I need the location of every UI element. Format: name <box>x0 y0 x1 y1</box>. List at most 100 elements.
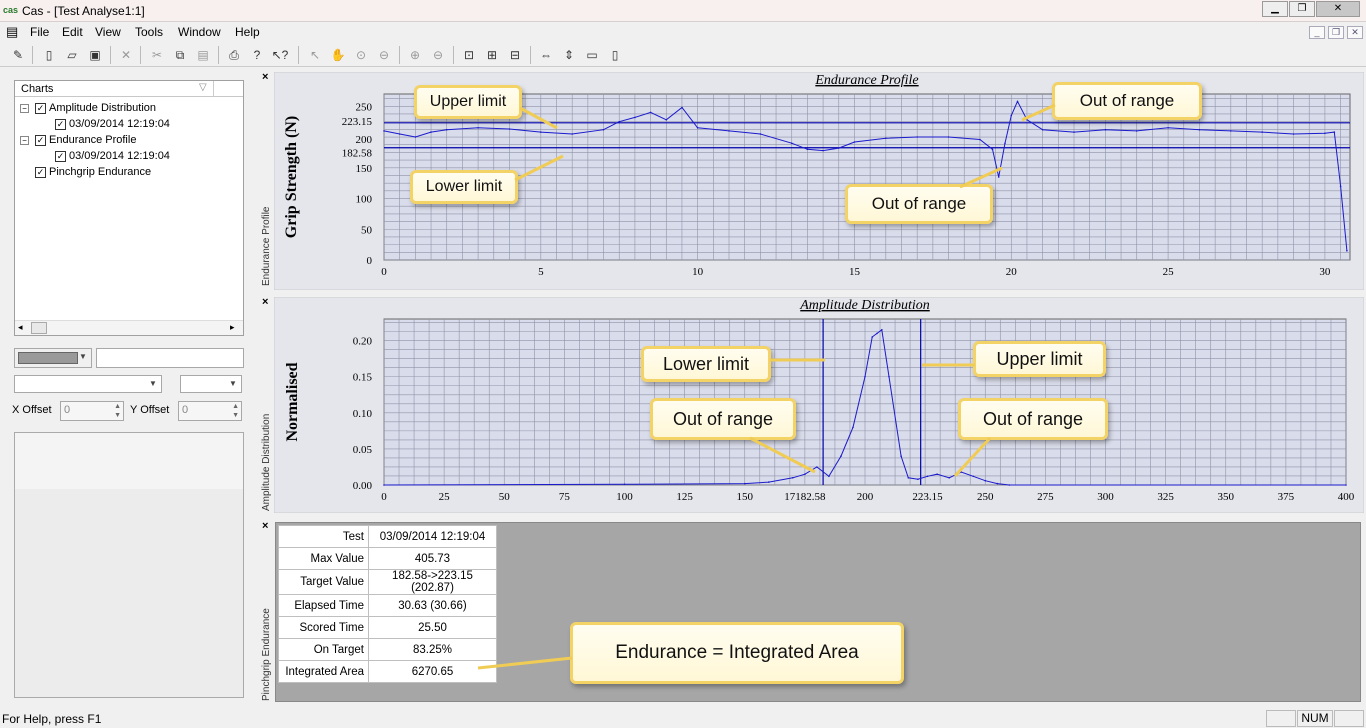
save-icon[interactable]: ▣ <box>86 46 104 64</box>
checkbox-icon[interactable]: ✓ <box>35 166 46 178</box>
y-axis-label: Normalised <box>284 362 301 441</box>
mdi-close-button[interactable]: ✕ <box>1347 26 1363 39</box>
checkbox-icon[interactable]: ✓ <box>35 102 46 114</box>
zoom-minus-icon[interactable]: ⊖ <box>429 46 447 64</box>
data-point <box>1261 131 1263 133</box>
y-tick-label: 223.15 <box>342 116 373 128</box>
data-point <box>806 148 809 151</box>
axis-select[interactable]: ▼ <box>180 375 242 393</box>
chevron-down-icon[interactable]: ▼ <box>146 377 160 391</box>
scroll-thumb[interactable] <box>31 322 47 334</box>
charts-tree[interactable]: Charts ▽ − ✓ Amplitude Distribution ✓ 03/0… <box>14 80 244 336</box>
chevron-down-icon[interactable]: ▼ <box>226 377 240 391</box>
pan-icon[interactable]: ✋ <box>329 46 347 64</box>
new-icon[interactable]: ▯ <box>40 46 58 64</box>
tree-item-endurance[interactable]: ✓ Endurance Profile <box>35 133 136 148</box>
x-offset-stepper[interactable]: 0 ▲ ▼ <box>60 401 124 421</box>
menu-edit[interactable]: Edit <box>62 25 83 39</box>
amplitude-chart[interactable]: Amplitude Distribution Normalised 0 25 50 75 1… <box>274 297 1364 513</box>
v-range-icon[interactable]: ⇕ <box>560 46 578 64</box>
menu-window[interactable]: Window <box>178 25 221 39</box>
collapse-icon[interactable]: − <box>20 104 29 113</box>
context-help-icon[interactable]: ↖? <box>271 46 289 64</box>
close-icon[interactable]: × <box>262 520 268 532</box>
properties-icon[interactable]: ✎ <box>9 46 27 64</box>
callout-ep-out1: Out of range <box>1052 82 1202 120</box>
fit-y-icon[interactable]: ⊟ <box>506 46 524 64</box>
data-point <box>1346 250 1348 252</box>
data-point <box>508 128 511 130</box>
data-point <box>853 141 856 143</box>
fit-icon[interactable]: ⊡ <box>460 46 478 64</box>
paste-icon[interactable]: ▤ <box>194 46 212 64</box>
h-expand-icon[interactable]: ▭ <box>583 46 601 64</box>
data-point <box>649 111 652 114</box>
collapse-icon[interactable]: − <box>20 136 29 145</box>
data-point <box>936 473 938 475</box>
left-panel: Charts ▽ − ✓ Amplitude Distribution ✓ 03/0… <box>10 78 246 698</box>
y-tick-label: 0.10 <box>353 408 373 420</box>
checkbox-icon[interactable]: ✓ <box>55 150 66 162</box>
chart-select[interactable]: ▼ <box>14 375 162 393</box>
color-picker[interactable]: ▼ <box>14 348 92 368</box>
document-icon[interactable]: ▤ <box>6 24 18 40</box>
help-icon[interactable]: ? <box>248 46 266 64</box>
cut-icon[interactable]: ✂ <box>148 46 166 64</box>
v-expand-icon[interactable]: ▯ <box>606 46 624 64</box>
result-label: Integrated Area <box>278 660 369 683</box>
menu-file[interactable]: File <box>30 25 49 39</box>
h-range-icon[interactable]: ⇔ <box>537 46 555 64</box>
tree-item-amplitude[interactable]: ✓ Amplitude Distribution <box>35 101 156 116</box>
result-value: 03/09/2014 12:19:04 <box>368 525 497 548</box>
spin-icon[interactable]: ▲ ▼ <box>232 402 239 420</box>
mdi-restore-button[interactable]: ❐ <box>1328 26 1344 39</box>
scroll-left-icon[interactable]: ◂ <box>18 322 23 333</box>
horizontal-scrollbar[interactable]: ◂ ▸ <box>15 320 243 335</box>
zoom-out-icon[interactable]: ⊖ <box>375 46 393 64</box>
print-icon[interactable]: ⎙ <box>225 46 243 64</box>
y-tick-label: 100 <box>356 194 373 206</box>
menu-tools[interactable]: Tools <box>135 25 163 39</box>
delete-icon[interactable]: ✕ <box>117 46 135 64</box>
checkbox-icon[interactable]: ✓ <box>35 134 46 146</box>
spin-icon[interactable]: ▲ ▼ <box>114 402 121 420</box>
x-tick-label: 350 <box>1218 491 1235 503</box>
y-tick-label: 0.20 <box>353 336 373 348</box>
menu-view[interactable]: View <box>95 25 121 39</box>
result-value: 182.58->223.15 (202.87) <box>368 569 497 595</box>
close-icon[interactable]: × <box>262 71 268 83</box>
filter-icon[interactable]: ▽ <box>199 82 207 93</box>
y-offset-stepper[interactable]: 0 ▲ ▼ <box>178 401 242 421</box>
data-point <box>634 116 636 119</box>
copy-icon[interactable]: ⧉ <box>171 46 189 64</box>
zoom-icon[interactable]: ⊙ <box>352 46 370 64</box>
tree-item-endurance-date[interactable]: ✓ 03/09/2014 12:19:04 <box>55 149 170 164</box>
tree-item-amplitude-date[interactable]: ✓ 03/09/2014 12:19:04 <box>55 117 170 132</box>
scroll-right-icon[interactable]: ▸ <box>230 322 235 333</box>
toolbar-separator <box>140 46 141 64</box>
chevron-down-icon[interactable]: ▼ <box>76 350 90 364</box>
minimize-button[interactable]: ▁ <box>1262 1 1288 17</box>
data-point <box>972 475 974 478</box>
pinchgrip-side-title: Pinchgrip Endurance <box>261 608 272 701</box>
restore-button[interactable]: ❐ <box>1289 1 1315 17</box>
menu-help[interactable]: Help <box>235 25 260 39</box>
pointer-icon[interactable]: ↖ <box>306 46 324 64</box>
mdi-minimize-button[interactable]: _ <box>1309 26 1325 39</box>
data-point <box>1004 142 1006 144</box>
x-tick-label: 325 <box>1157 491 1174 503</box>
name-field[interactable] <box>96 348 244 368</box>
data-point <box>1016 100 1019 103</box>
close-button[interactable]: ✕ <box>1316 1 1360 17</box>
open-icon[interactable]: ▱ <box>63 46 81 64</box>
data-point <box>665 119 668 121</box>
close-icon[interactable]: × <box>262 296 268 308</box>
fit-x-icon[interactable]: ⊞ <box>483 46 501 64</box>
chart-title: Endurance Profile <box>814 73 918 88</box>
tree-item-pinchgrip[interactable]: ✓ Pinchgrip Endurance <box>35 165 151 180</box>
data-point <box>477 127 479 129</box>
zoom-in-icon[interactable]: ⊕ <box>406 46 424 64</box>
data-point <box>947 136 950 138</box>
checkbox-icon[interactable]: ✓ <box>55 118 66 130</box>
table-row: Max Value 405.73 <box>278 547 497 570</box>
